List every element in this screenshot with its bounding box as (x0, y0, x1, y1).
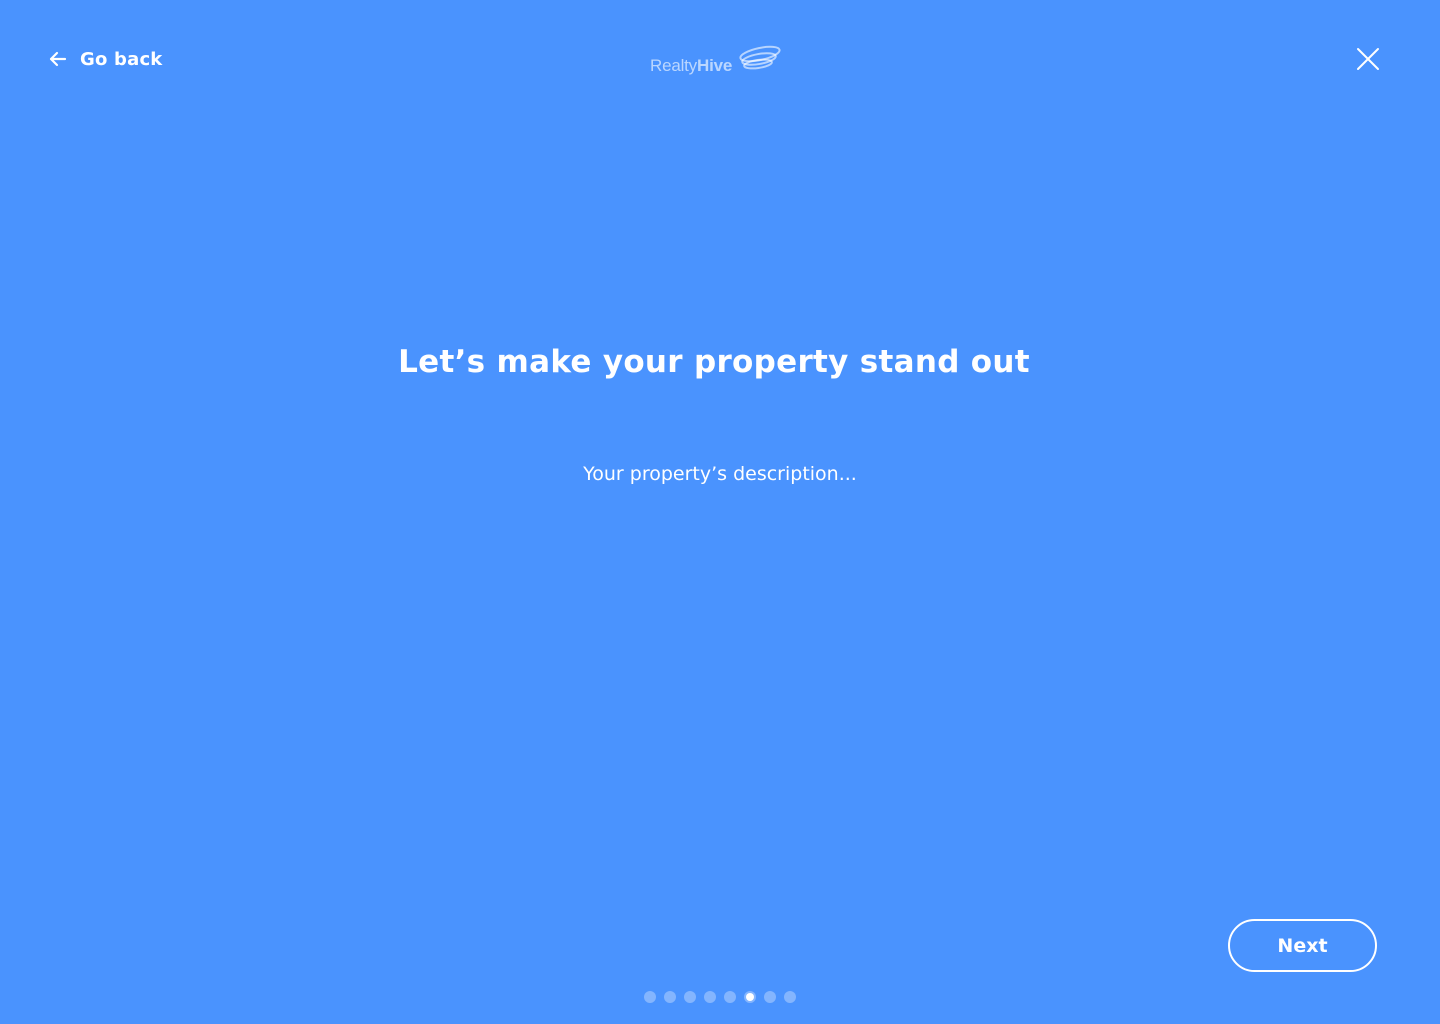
pager-dot (644, 991, 656, 1003)
go-back-label: Go back (80, 48, 163, 70)
logo: RealtyHive (650, 40, 792, 80)
go-back-button[interactable]: Go back (48, 46, 162, 72)
property-description-input[interactable] (420, 452, 1020, 496)
arrow-left-icon (48, 51, 68, 67)
pager-dot (784, 991, 796, 1003)
pager-dot-active (744, 991, 756, 1003)
next-button[interactable]: Next (1228, 919, 1377, 972)
page-title: Let’s make your property stand out (398, 344, 1030, 380)
pager-dot (684, 991, 696, 1003)
step-pager (644, 991, 796, 1003)
pager-dot (704, 991, 716, 1003)
close-button[interactable] (1354, 45, 1382, 73)
logo-text: RealtyHive (650, 56, 733, 75)
pager-dot (664, 991, 676, 1003)
close-icon (1354, 48, 1382, 77)
pager-dot (724, 991, 736, 1003)
pager-dot (764, 991, 776, 1003)
logo-swirl-icon (732, 40, 786, 80)
